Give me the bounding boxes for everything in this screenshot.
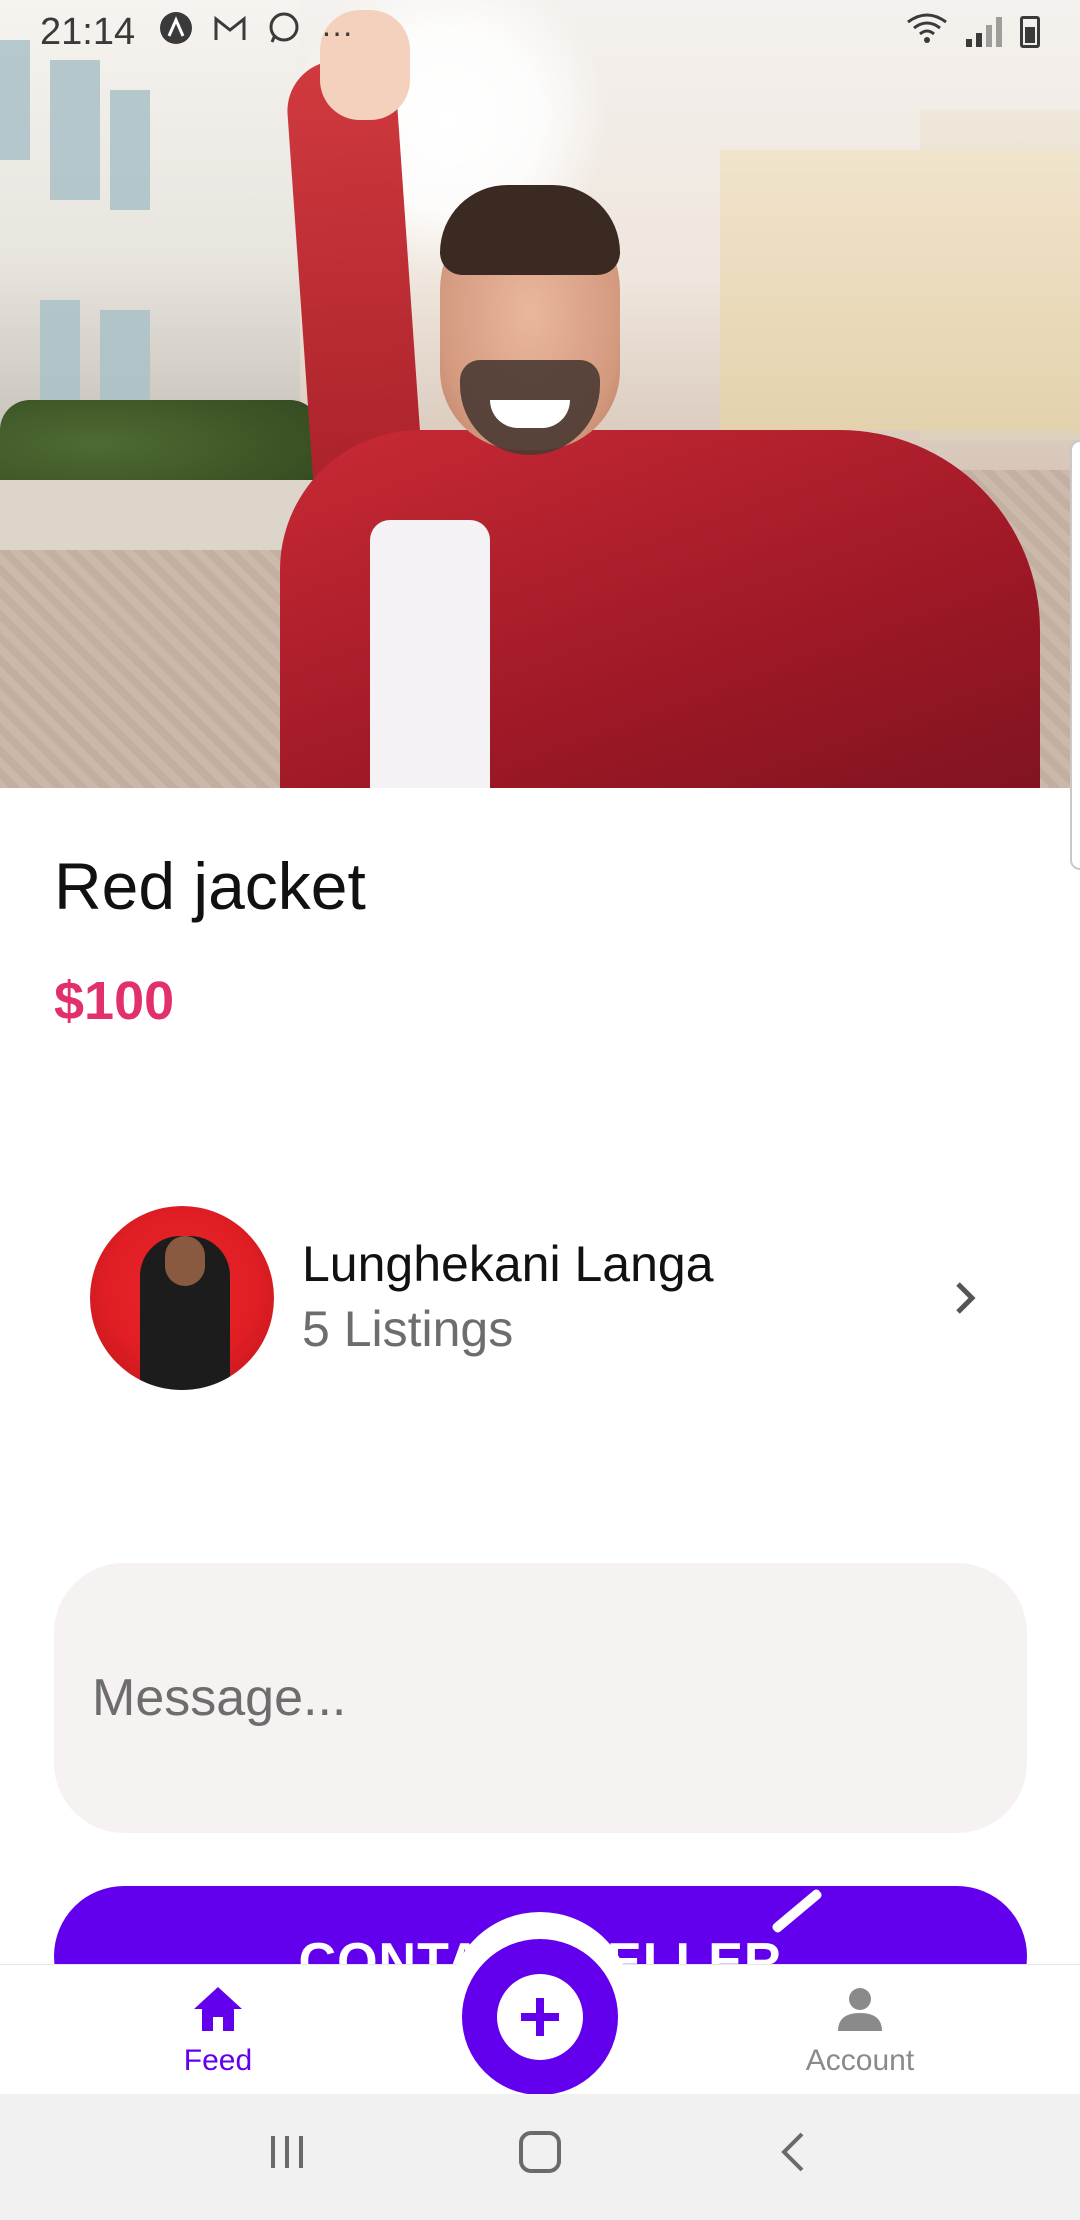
hair — [440, 185, 620, 275]
add-listing-button[interactable] — [462, 1939, 618, 2095]
planter — [0, 480, 320, 550]
listing-title: Red jacket — [54, 849, 366, 923]
status-bar: 21:14 ··· — [0, 0, 1080, 64]
chevron-right-icon — [950, 1266, 980, 1331]
home-nav-icon[interactable] — [500, 2129, 580, 2186]
seller-avatar — [90, 1206, 274, 1390]
listing-price: $100 — [54, 971, 175, 1031]
wifi-icon — [906, 12, 948, 53]
a-logo-icon — [159, 11, 193, 53]
tab-account-label: Account — [805, 2044, 915, 2077]
listing-image — [0, 0, 1080, 788]
battery-icon — [1020, 16, 1040, 48]
account-icon — [834, 1983, 886, 2040]
plus-icon — [497, 1974, 583, 2060]
background-building — [720, 150, 1080, 430]
status-time: 21:14 — [40, 10, 136, 53]
whatsapp-icon — [267, 11, 301, 53]
seller-info: Lunghekani Langa 5 Listings — [302, 1233, 714, 1363]
home-icon — [190, 1983, 246, 2040]
recents-icon[interactable] — [247, 2132, 327, 2183]
system-nav-bar — [0, 2094, 1080, 2220]
tab-account[interactable]: Account — [790, 1983, 930, 2078]
tab-feed[interactable]: Feed — [168, 1983, 268, 2078]
white-shirt — [370, 520, 490, 788]
message-input[interactable] — [54, 1563, 1027, 1833]
signal-icon — [966, 17, 1002, 47]
back-icon[interactable] — [753, 2130, 833, 2185]
scroll-indicator[interactable] — [1070, 440, 1080, 870]
seller-row[interactable]: Lunghekani Langa 5 Listings — [90, 1206, 990, 1390]
background-building — [0, 0, 300, 430]
seller-name: Lunghekani Langa — [302, 1236, 714, 1292]
tab-feed-label: Feed — [183, 2044, 253, 2077]
seller-listings-count: 5 Listings — [302, 1301, 514, 1357]
more-icon: ··· — [321, 13, 354, 50]
gmail-icon — [213, 14, 247, 51]
